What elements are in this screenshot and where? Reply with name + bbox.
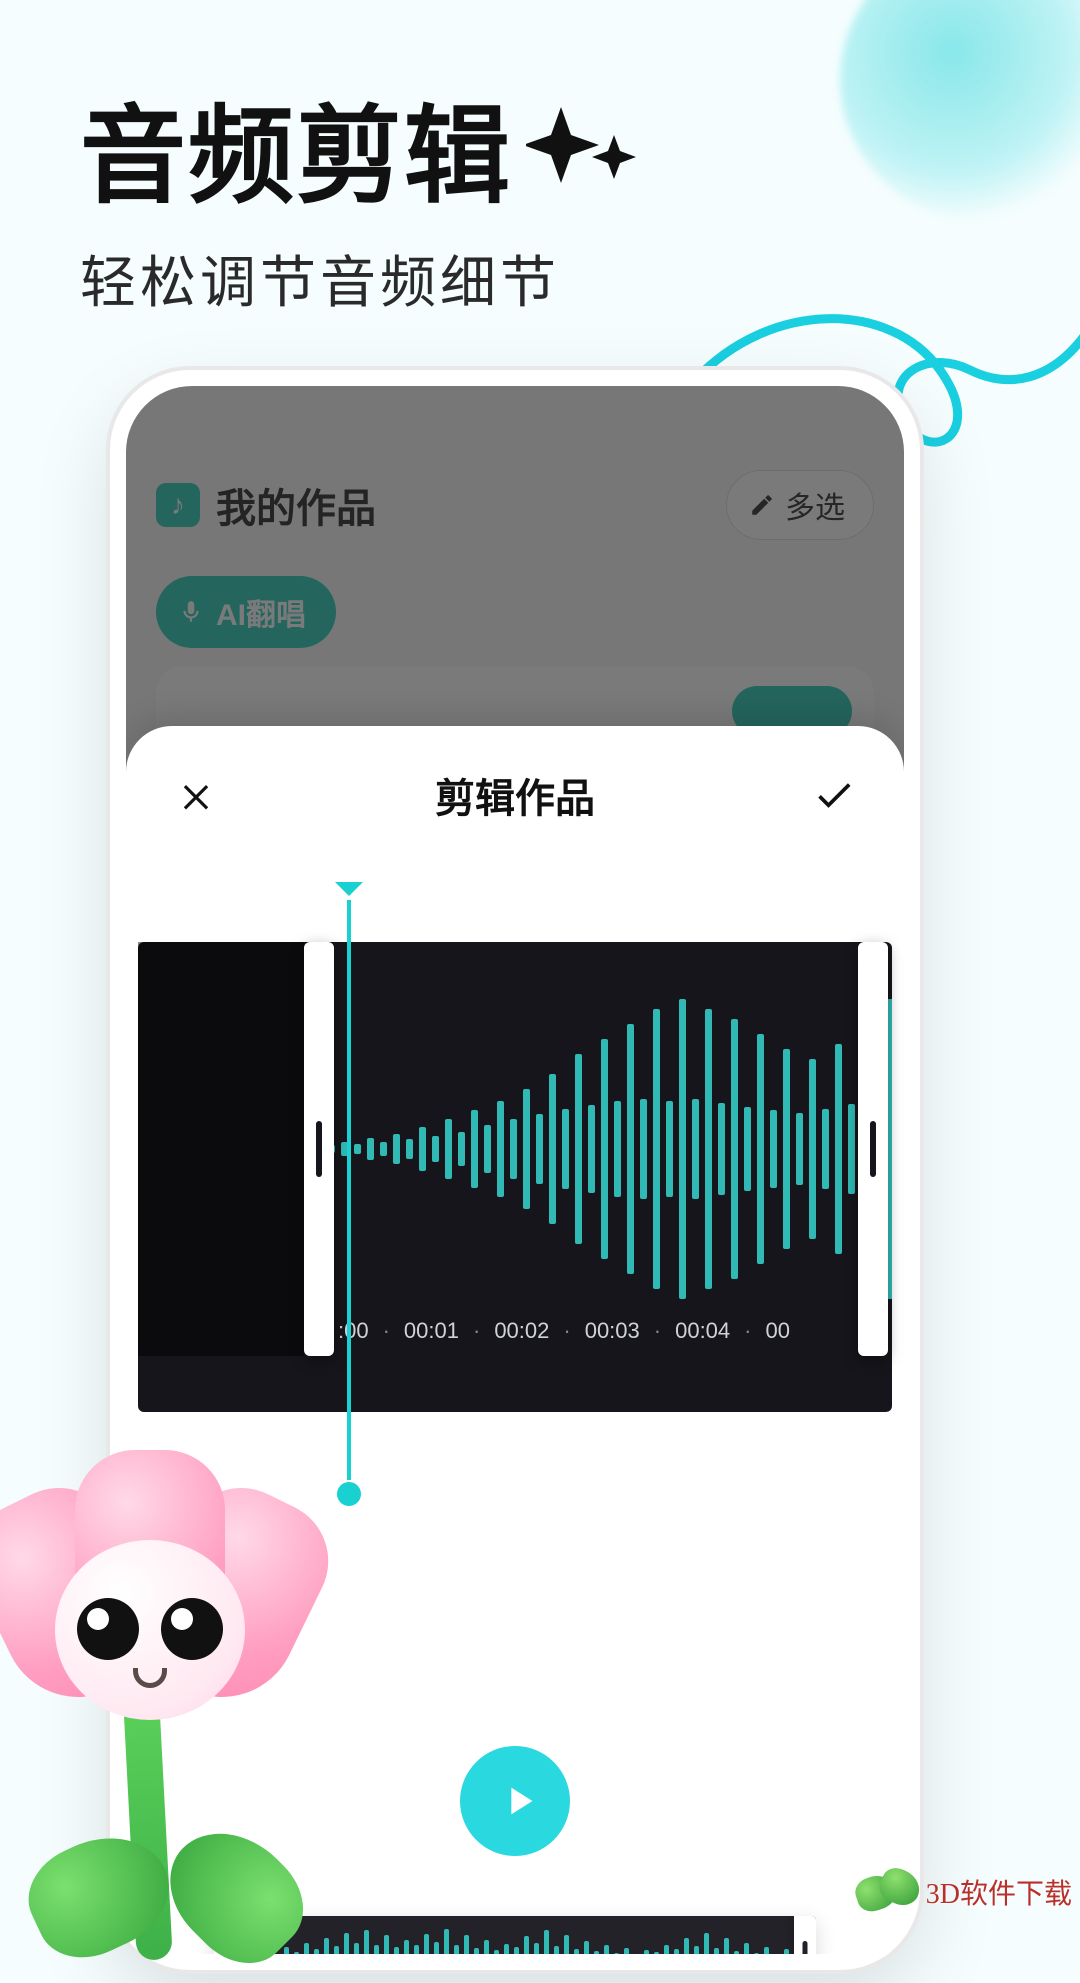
hero-title: 音频剪辑 xyxy=(80,70,512,224)
tick-label: 00:03 xyxy=(585,1318,640,1344)
mic-icon xyxy=(178,599,204,625)
edit-icon xyxy=(749,492,775,518)
watermark: 3D软件下载 xyxy=(856,1870,1072,1914)
hero-subtitle: 轻松调节音频细节 xyxy=(80,238,1020,319)
playhead[interactable] xyxy=(347,900,351,1480)
bg-chip-row: AI翻唱 xyxy=(156,576,336,648)
phone-screen: 我的作品 多选 AI翻唱 xyxy=(126,386,904,1954)
trim-overlay xyxy=(138,942,304,1356)
overview-strip[interactable] xyxy=(214,1916,816,1954)
play-icon xyxy=(496,1778,542,1824)
multi-select-button[interactable]: 多选 xyxy=(726,470,874,540)
tick-label: 00:01 xyxy=(404,1318,459,1344)
waveform-editor[interactable]: :00 · 00:01 · 00:02 · 00:03 · 00:04 · 00 xyxy=(138,902,892,1462)
tick-dot: · xyxy=(738,1318,757,1344)
tick-label: 00:04 xyxy=(675,1318,730,1344)
bg-title: 我的作品 xyxy=(156,476,376,534)
trim-handle-left[interactable] xyxy=(304,942,334,1356)
play-button[interactable] xyxy=(460,1746,570,1856)
close-button[interactable] xyxy=(170,769,222,821)
ai-cover-label: AI翻唱 xyxy=(216,590,306,634)
close-icon xyxy=(177,776,215,814)
sparkle-icon xyxy=(526,97,636,197)
tick-dot: · xyxy=(648,1318,667,1344)
bg-header: 我的作品 多选 xyxy=(156,470,874,540)
sheet-header: 剪辑作品 xyxy=(126,726,904,852)
tick-label: 00 xyxy=(765,1318,789,1344)
waveform xyxy=(328,942,864,1356)
trim-handle-right[interactable] xyxy=(858,942,888,1356)
multi-select-label: 多选 xyxy=(785,483,845,527)
tick-dot: · xyxy=(557,1318,576,1344)
tick-dot: · xyxy=(377,1318,396,1344)
confirm-button[interactable] xyxy=(808,769,860,821)
edit-sheet: 剪辑作品 :00 · 00:01 · 00:02 · 00:03 · 00:04 · 00 xyxy=(126,726,904,1954)
page-title: 音频剪辑 xyxy=(80,70,1020,224)
overview-handle-right[interactable] xyxy=(794,1916,816,1954)
tick-label: :00 xyxy=(338,1318,369,1344)
tick-dot: · xyxy=(467,1318,486,1344)
tick-label: 00:02 xyxy=(494,1318,549,1344)
phone-frame: 我的作品 多选 AI翻唱 xyxy=(110,370,920,1970)
check-icon xyxy=(812,773,856,817)
watermark-text: 3D软件下载 xyxy=(926,1872,1072,1912)
ai-cover-chip[interactable]: AI翻唱 xyxy=(156,576,336,648)
leaf-icon xyxy=(856,1870,920,1914)
overview-handle-left[interactable] xyxy=(214,1916,236,1954)
music-note-icon xyxy=(156,483,200,527)
hero: 音频剪辑 轻松调节音频细节 xyxy=(80,70,1020,319)
bg-title-text: 我的作品 xyxy=(216,476,376,534)
sheet-title: 剪辑作品 xyxy=(435,766,595,824)
